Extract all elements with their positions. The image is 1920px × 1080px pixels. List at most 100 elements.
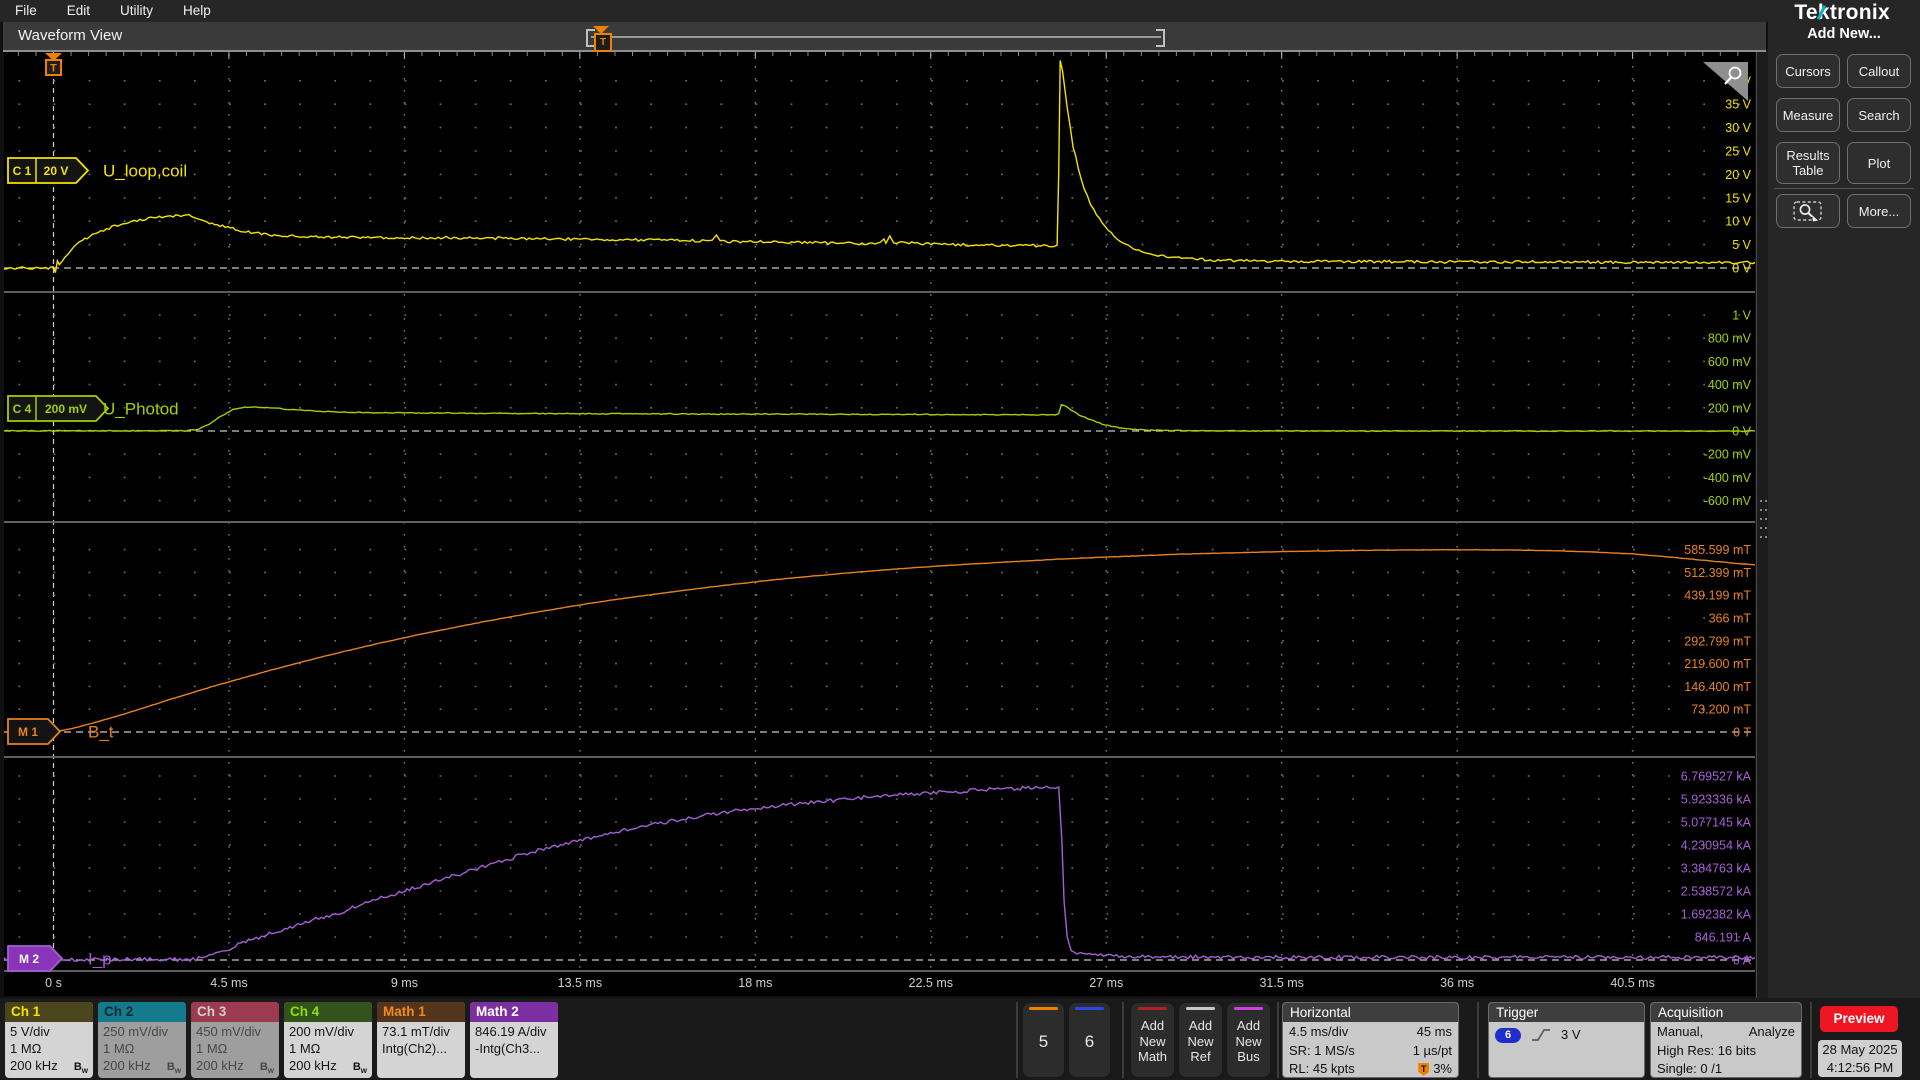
menu-edit[interactable]: Edit (52, 0, 105, 18)
y-axis-label-ch4: 600 mV (1708, 355, 1752, 369)
add-new-ref-button[interactable]: Add New Ref (1178, 1002, 1223, 1078)
acquisition-panel[interactable]: Acquisition Manual, Analyze High Res: 16 … (1650, 1002, 1802, 1078)
channel-badge-ch2[interactable]: Ch 2 250 mV/div 1 MΩ 200 kHz Bw (98, 1002, 186, 1078)
y-axis-label-math1: 219.600 mT (1684, 657, 1751, 671)
slot-button-6[interactable]: 6 (1068, 1002, 1111, 1078)
y-axis-label-ch1: 20 V (1725, 168, 1751, 182)
sidebar-button-search[interactable]: Search (1847, 98, 1911, 132)
channel-badge-settings: 846.19 A/div -Intg(Ch3... (475, 1024, 547, 1056)
y-axis-label-ch4: -400 mV (1704, 471, 1752, 485)
time-axis-label: 18 ms (738, 976, 772, 990)
bandwidth-limit-badge: Bw (73, 1060, 88, 1075)
sidebar-button-results-table[interactable]: Results Table (1776, 142, 1840, 184)
acquisition-analyze: Analyze (1748, 1024, 1795, 1039)
preview-button[interactable]: Preview (1820, 1006, 1898, 1032)
add-color-stripe (1234, 1007, 1263, 1010)
channel-badge-ch1[interactable]: Ch 15 V/div 1 MΩ 200 kHz Bw (5, 1002, 93, 1078)
menu-file[interactable]: File (0, 0, 52, 18)
record-view-bar[interactable] (591, 36, 1161, 38)
channel-marker-ch1[interactable]: C 1 20 V (7, 157, 90, 184)
record-view-right-bracket (1156, 29, 1165, 47)
y-axis-label-ch4: -200 mV (1704, 448, 1752, 462)
time-axis-label: 22.5 ms (909, 976, 953, 990)
acquisition-panel-title: Acquisition (1651, 1003, 1801, 1022)
channel-badge-ch3[interactable]: Ch 3 450 mV/div 1 MΩ 200 kHz Bw (191, 1002, 279, 1078)
datetime-display[interactable]: 28 May 2025 4:12:56 PM (1818, 1040, 1902, 1077)
y-axis-label-math2: 846.191 A (1695, 931, 1752, 945)
channel-marker-math1[interactable]: M 1 (7, 718, 62, 745)
y-axis-label-math2: 3.384763 kA (1681, 862, 1752, 876)
zoom-select-button[interactable] (1776, 194, 1840, 228)
view-title: Waveform View (18, 27, 123, 44)
channel-badge-title: Math 2 (470, 1002, 558, 1022)
y-axis-label-math2: 4.230954 kA (1681, 839, 1752, 853)
y-axis-label-ch1: 15 V (1725, 191, 1751, 205)
trigger-panel[interactable]: Trigger 6 3 V (1488, 1002, 1645, 1078)
channel-marker-ch4[interactable]: C 4 200 mV (7, 395, 110, 422)
bottombar-divider (1122, 1002, 1124, 1078)
y-axis-label-ch1: 30 V (1725, 121, 1751, 135)
waveform-label-ch1[interactable]: U_loop,coil (103, 162, 187, 181)
time-axis-label: 27 ms (1089, 976, 1123, 990)
waveform-label-ch4[interactable]: U_Photod (103, 400, 179, 419)
slot-button-5[interactable]: 5 (1022, 1002, 1065, 1078)
y-axis-label-ch4: -600 mV (1704, 494, 1752, 508)
bottombar-divider (1016, 1002, 1018, 1078)
y-axis-label-math1: 73.200 mT (1691, 703, 1751, 717)
add-button-label: Add New Bus (1235, 1018, 1262, 1064)
menu-help[interactable]: Help (168, 0, 226, 18)
add-button-label: Add New Math (1138, 1018, 1167, 1064)
y-axis-zero-label-ch1: 0 V (1732, 262, 1751, 276)
add-button-label: Add New Ref (1187, 1018, 1214, 1064)
trigger-position-percent: 3% (1433, 1061, 1452, 1076)
y-axis-label-ch1: 25 V (1725, 145, 1751, 159)
toolbar-divider (1774, 188, 1914, 189)
trigger-position-slider[interactable]: T (594, 33, 612, 52)
sidebar-button-cursors[interactable]: Cursors (1776, 54, 1840, 88)
y-axis-label-ch1: 5 V (1732, 238, 1751, 252)
y-axis-label-math2: 1.692382 kA (1681, 908, 1752, 922)
time-axis-label: 13.5 ms (558, 976, 602, 990)
slot-color-stripe (1075, 1007, 1104, 1010)
y-axis-label-math1: 439.199 mT (1684, 589, 1751, 603)
y-axis-label-ch1: 10 V (1725, 215, 1751, 229)
sidebar-button-more[interactable]: More... (1847, 194, 1911, 228)
menu-utility[interactable]: Utility (105, 0, 168, 18)
sidebar-button-measure[interactable]: Measure (1776, 98, 1840, 132)
sidebar-button-callout[interactable]: Callout (1847, 54, 1911, 88)
svg-text:200 mV: 200 mV (45, 402, 87, 416)
channel-marker-math2[interactable]: M 2 (7, 945, 64, 972)
add-new-title: Add New... (1807, 26, 1881, 42)
y-axis-label-math2: 2.538572 kA (1681, 885, 1752, 899)
horizontal-window: 45 ms (1416, 1024, 1452, 1039)
add-color-stripe (1186, 1007, 1215, 1010)
slot-number: 6 (1084, 1032, 1095, 1051)
y-axis-label-ch4: 400 mV (1708, 378, 1752, 392)
svg-text:C 4: C 4 (13, 402, 32, 416)
add-new-bus-button[interactable]: Add New Bus (1226, 1002, 1271, 1078)
y-axis-label-math2: 5.923336 kA (1681, 793, 1752, 807)
add-new-math-button[interactable]: Add New Math (1130, 1002, 1175, 1078)
y-axis-label-math1: 512.399 mT (1684, 566, 1751, 580)
waveform-label-math1[interactable]: B_t (88, 723, 114, 742)
svg-text:M 1: M 1 (18, 725, 38, 739)
slot-color-stripe (1029, 1007, 1058, 1010)
bandwidth-limit-badge: Bw (352, 1060, 367, 1075)
trigger-position-flag-icon: T (1418, 1062, 1430, 1076)
tekscope-window: 0 s 4.5 ms 9 ms 13.5 ms 18 ms 22.5 ms 27 ms 31.… (0, 0, 1920, 1080)
y-axis-label-math2: 5.077145 kA (1681, 816, 1752, 830)
time-axis-label: 31.5 ms (1259, 976, 1303, 990)
channel-badge-ch4[interactable]: Ch 4 200 mV/div 1 MΩ 200 kHz Bw (284, 1002, 372, 1078)
waveform-label-math2[interactable]: I_p (88, 950, 112, 969)
horizontal-panel[interactable]: Horizontal 4.5 ms/div 45 ms SR: 1 MS/s 1 µ… (1282, 1002, 1459, 1078)
channel-badge-title: Ch 1 (5, 1002, 93, 1022)
channel-badge-math1[interactable]: Math 1 73.1 mT/div Intg(Ch2)... (377, 1002, 465, 1078)
channel-badge-math2[interactable]: Math 2 846.19 A/div -Intg(Ch3... (470, 1002, 558, 1078)
svg-text:C 1: C 1 (13, 164, 32, 178)
y-axis-label-ch4: 800 mV (1708, 332, 1752, 346)
sidebar-button-plot[interactable]: Plot (1847, 142, 1911, 184)
add-color-stripe (1138, 1007, 1167, 1010)
acquisition-resolution: High Res: 16 bits (1657, 1042, 1756, 1058)
time-axis-label: 40.5 ms (1610, 976, 1654, 990)
time-axis-label: 4.5 ms (210, 976, 248, 990)
